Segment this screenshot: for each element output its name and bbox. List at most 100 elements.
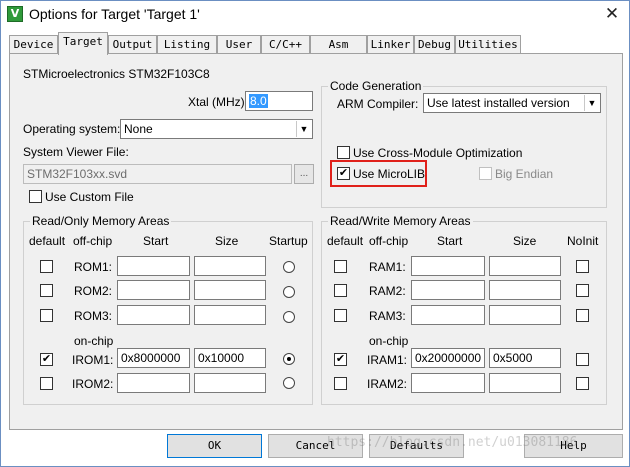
device-name: STMicroelectronics STM32F103C8 (23, 67, 210, 81)
xtal-input[interactable]: 8.0 (245, 91, 313, 111)
iram1-noinit-checkbox[interactable] (576, 353, 589, 366)
iram1-default-checkbox[interactable]: ✔ (334, 353, 347, 366)
rom3-default-checkbox[interactable] (40, 309, 53, 322)
tab-output[interactable]: Output (108, 35, 157, 54)
irom2-size-input[interactable] (194, 373, 266, 393)
rom-header-size: Size (215, 234, 239, 248)
ram3-start-input[interactable] (411, 305, 485, 325)
tab-linker[interactable]: Linker (367, 35, 414, 54)
window-title: Options for Target 'Target 1' (29, 6, 200, 22)
iram2-default-checkbox[interactable] (334, 377, 347, 390)
rom1-startup-radio[interactable] (283, 261, 295, 273)
xtal-value: 8.0 (249, 94, 268, 108)
iram1-size-input[interactable]: 0x5000 (489, 348, 561, 368)
rom-onchip-label: on-chip (74, 334, 114, 348)
checkmark-icon: ✔ (41, 353, 52, 365)
ram-header-start: Start (437, 234, 463, 248)
irom1-label: IROM1: (72, 353, 114, 367)
rom1-size-input[interactable] (194, 256, 266, 276)
ram-header-noinit: NoInit (567, 234, 599, 248)
tab-utilities[interactable]: Utilities (455, 35, 521, 54)
ram2-label: RAM2: (369, 284, 406, 298)
ram-group-title: Read/Write Memory Areas (328, 214, 473, 228)
cross-module-label: Use Cross-Module Optimization (353, 146, 523, 160)
os-value: None (124, 122, 153, 136)
iram1-start-input[interactable]: 0x20000000 (411, 348, 485, 368)
ram1-size-input[interactable] (489, 256, 561, 276)
ram2-start-input[interactable] (411, 280, 485, 300)
ram2-noinit-checkbox[interactable] (576, 284, 589, 297)
tab-user[interactable]: User (217, 35, 261, 54)
chevron-down-icon: ▼ (584, 95, 599, 111)
iram2-size-input[interactable] (489, 373, 561, 393)
tab-target[interactable]: Target (58, 32, 108, 55)
rom1-label: ROM1: (74, 260, 113, 274)
irom2-label: IROM2: (72, 377, 114, 391)
ram3-noinit-checkbox[interactable] (576, 309, 589, 322)
ram1-label: RAM1: (369, 260, 406, 274)
highlight-box (330, 160, 427, 187)
custom-file-checkbox[interactable] (29, 190, 42, 203)
tab-debug[interactable]: Debug (414, 35, 455, 54)
close-icon[interactable]: ✕ (599, 3, 625, 25)
iram2-start-input[interactable] (411, 373, 485, 393)
os-select[interactable]: None ▼ (120, 119, 313, 139)
rom1-default-checkbox[interactable] (40, 260, 53, 273)
ok-button[interactable]: OK (167, 434, 262, 458)
tab-asm[interactable]: Asm (310, 35, 367, 54)
ram1-start-input[interactable] (411, 256, 485, 276)
tab-listing[interactable]: Listing (157, 35, 217, 54)
tab-device[interactable]: Device (9, 35, 58, 54)
irom1-start-input[interactable]: 0x8000000 (117, 348, 190, 368)
big-endian-checkbox[interactable] (479, 167, 492, 180)
ram-onchip-label: on-chip (369, 334, 409, 348)
ram1-default-checkbox[interactable] (334, 260, 347, 273)
ram-header-offchip: off-chip (369, 234, 409, 248)
iram1-label: IRAM1: (367, 353, 408, 367)
options-dialog: V Options for Target 'Target 1' ✕ Device… (0, 0, 630, 467)
custom-file-label: Use Custom File (45, 190, 134, 204)
rom3-startup-radio[interactable] (283, 311, 295, 323)
rom1-start-input[interactable] (117, 256, 190, 276)
rom3-start-input[interactable] (117, 305, 190, 325)
ram-header-size: Size (513, 234, 537, 248)
big-endian-label: Big Endian (495, 167, 554, 181)
radio-dot-icon (287, 357, 291, 361)
ram2-default-checkbox[interactable] (334, 284, 347, 297)
checkmark-icon: ✔ (335, 353, 346, 365)
ram2-size-input[interactable] (489, 280, 561, 300)
rom3-size-input[interactable] (194, 305, 266, 325)
rom2-size-input[interactable] (194, 280, 266, 300)
tab-c-cpp[interactable]: C/C++ (261, 35, 310, 54)
watermark-text: https://blog.csdn.net/u013081186 (327, 435, 578, 450)
ram1-noinit-checkbox[interactable] (576, 260, 589, 273)
chevron-down-icon: ▼ (296, 121, 311, 137)
rom-header-startup: Startup (269, 234, 308, 248)
rom2-label: ROM2: (74, 284, 113, 298)
irom2-default-checkbox[interactable] (40, 377, 53, 390)
iram2-label: IRAM2: (367, 377, 408, 391)
cross-module-checkbox[interactable] (337, 146, 350, 159)
rom3-label: ROM3: (74, 309, 113, 323)
svf-label: System Viewer File: (23, 145, 129, 159)
xtal-label: Xtal (MHz): (188, 95, 248, 109)
irom1-startup-radio[interactable] (283, 353, 295, 365)
irom2-startup-radio[interactable] (283, 377, 295, 389)
ram3-default-checkbox[interactable] (334, 309, 347, 322)
irom1-default-checkbox[interactable]: ✔ (40, 353, 53, 366)
compiler-label: ARM Compiler: (337, 97, 419, 111)
iram2-noinit-checkbox[interactable] (576, 377, 589, 390)
compiler-select[interactable]: Use latest installed version ▼ (423, 93, 601, 113)
keil-app-icon: V (7, 6, 23, 22)
rom2-start-input[interactable] (117, 280, 190, 300)
rom2-default-checkbox[interactable] (40, 284, 53, 297)
rom-group-title: Read/Only Memory Areas (30, 214, 172, 228)
irom1-size-input[interactable]: 0x10000 (194, 348, 266, 368)
irom2-start-input[interactable] (117, 373, 190, 393)
svf-input[interactable]: STM32F103xx.svd (23, 164, 292, 184)
rom2-startup-radio[interactable] (283, 286, 295, 298)
title-bar: V Options for Target 'Target 1' ✕ (1, 1, 629, 29)
ram3-size-input[interactable] (489, 305, 561, 325)
svf-browse-button[interactable]: ... (294, 164, 314, 184)
code-generation-title: Code Generation (328, 79, 424, 93)
